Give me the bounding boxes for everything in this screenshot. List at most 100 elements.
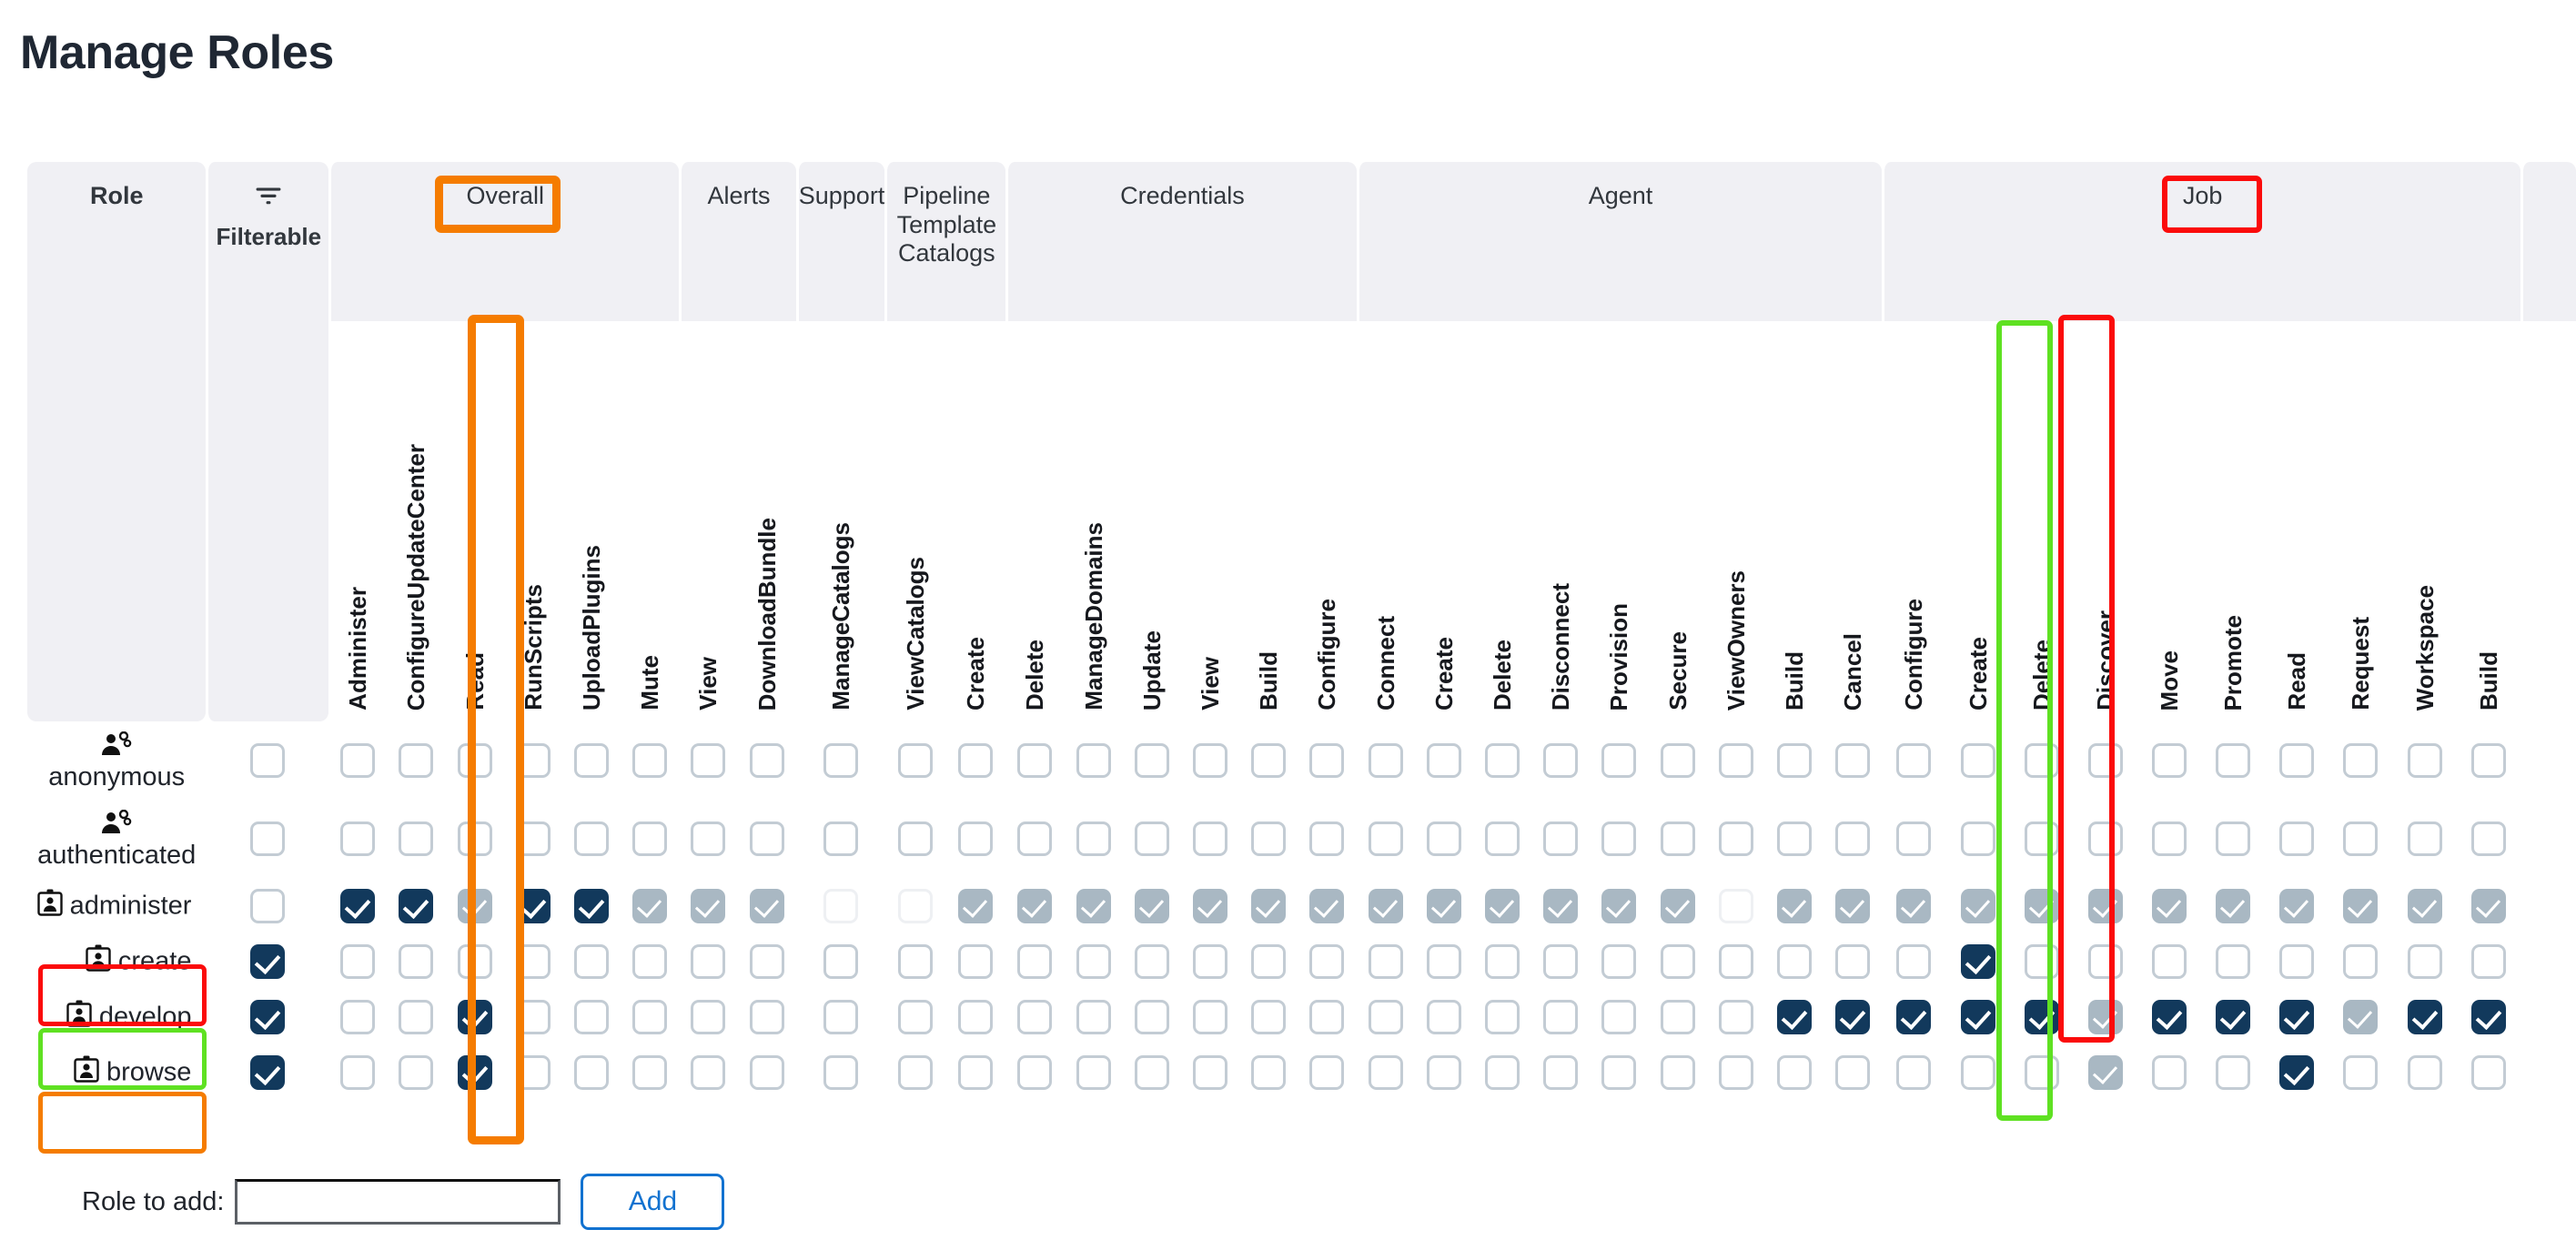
permission-header-cell[interactable]: Build (1765, 321, 1824, 721)
permission-checkbox-cell[interactable] (1239, 721, 1298, 800)
permission-checkbox[interactable] (897, 822, 933, 856)
permission-checkbox[interactable] (1076, 999, 1111, 1034)
permission-header-cell[interactable]: Delete (1472, 321, 1532, 721)
permission-checkbox[interactable] (1251, 1054, 1287, 1090)
permission-checkbox[interactable] (1017, 943, 1053, 979)
permission-checkbox-cell[interactable] (1590, 1044, 1649, 1100)
permission-checkbox-cell[interactable] (387, 933, 446, 989)
permission-checkbox-cell[interactable] (328, 800, 388, 878)
permission-checkbox-cell[interactable] (1239, 1044, 1298, 1100)
permission-checkbox[interactable] (1076, 743, 1111, 778)
permission-checkbox-cell[interactable] (795, 800, 885, 878)
permission-header-cell[interactable]: UploadPlugins (561, 321, 621, 721)
permission-checkbox[interactable] (1426, 888, 1461, 923)
permission-checkbox[interactable] (1543, 943, 1579, 979)
permission-checkbox[interactable] (632, 822, 668, 856)
permission-header-cell[interactable]: ViewCatalogs (884, 321, 945, 721)
permission-checkbox-cell[interactable] (621, 800, 680, 878)
permission-checkbox-cell[interactable] (1945, 989, 2010, 1044)
permission-checkbox[interactable] (1368, 943, 1403, 979)
permission-checkbox[interactable] (574, 1054, 610, 1090)
permission-checkbox-cell[interactable] (1298, 1044, 1357, 1100)
permission-checkbox-cell[interactable] (945, 878, 1006, 933)
permission-checkbox-cell[interactable] (1356, 721, 1415, 800)
permission-checkbox[interactable] (1485, 822, 1520, 856)
permission-header-cell[interactable]: View (1180, 321, 1240, 721)
permission-header-cell[interactable]: Read (2265, 321, 2329, 721)
permission-header-cell[interactable]: RunScripts (503, 321, 562, 721)
permission-checkbox-cell[interactable] (737, 800, 796, 878)
permission-checkbox[interactable] (1660, 1054, 1695, 1090)
permission-checkbox[interactable] (958, 999, 994, 1034)
permission-checkbox[interactable] (1076, 888, 1111, 923)
permission-checkbox-cell[interactable] (2073, 1044, 2137, 1100)
permission-checkbox-cell[interactable] (2073, 933, 2137, 989)
permission-checkbox[interactable] (515, 888, 551, 923)
role-name-cell[interactable]: develop (27, 989, 207, 1044)
permission-checkbox-cell[interactable] (1298, 933, 1357, 989)
permission-checkbox-cell[interactable] (1239, 878, 1298, 933)
permission-checkbox-cell[interactable] (2137, 800, 2202, 878)
permission-checkbox-cell[interactable] (1765, 989, 1824, 1044)
permission-checkbox-cell[interactable] (621, 878, 680, 933)
permission-header-cell[interactable]: Read (445, 321, 504, 721)
permission-checkbox-cell[interactable] (1122, 989, 1181, 1044)
permission-checkbox[interactable] (823, 888, 858, 923)
permission-checkbox[interactable] (2343, 943, 2379, 979)
permission-checkbox[interactable] (1309, 888, 1345, 923)
filterable-checkbox-cell[interactable] (206, 1044, 329, 1100)
permission-checkbox-cell[interactable] (795, 1044, 885, 1100)
permission-checkbox[interactable] (2407, 943, 2442, 979)
permission-checkbox-cell[interactable] (945, 933, 1006, 989)
permission-checkbox[interactable] (2407, 1054, 2442, 1090)
permission-checkbox[interactable] (632, 999, 668, 1034)
role-name-cell[interactable]: create (27, 933, 207, 989)
permission-checkbox-cell[interactable] (945, 721, 1006, 800)
permission-checkbox[interactable] (1017, 1054, 1053, 1090)
permission-checkbox[interactable] (691, 1054, 726, 1090)
permission-header-cell[interactable]: Delete (2009, 321, 2074, 721)
permission-checkbox[interactable] (1193, 999, 1228, 1034)
permission-checkbox[interactable] (2343, 822, 2379, 856)
permission-checkbox-cell[interactable] (1180, 878, 1240, 933)
permission-checkbox-cell[interactable] (737, 933, 796, 989)
permission-checkbox-cell[interactable] (445, 878, 504, 933)
permission-checkbox-cell[interactable] (1823, 800, 1883, 878)
permission-checkbox-cell[interactable] (328, 933, 388, 989)
permission-checkbox-cell[interactable] (387, 878, 446, 933)
permission-checkbox[interactable] (574, 822, 610, 856)
permission-checkbox-cell[interactable] (1648, 1044, 1707, 1100)
permission-checkbox-cell[interactable] (1180, 800, 1240, 878)
permission-checkbox-cell[interactable] (1590, 878, 1649, 933)
permission-checkbox[interactable] (2087, 743, 2123, 778)
permission-checkbox[interactable] (1485, 888, 1520, 923)
permission-checkbox-cell[interactable] (1239, 800, 1298, 878)
permission-checkbox[interactable] (823, 743, 858, 778)
permission-checkbox-cell[interactable] (884, 721, 945, 800)
role-name-cell[interactable]: browse (27, 1044, 207, 1100)
permission-checkbox-cell[interactable] (1064, 721, 1123, 800)
permission-checkbox[interactable] (1251, 743, 1287, 778)
permission-checkbox-cell[interactable] (1122, 1044, 1181, 1100)
permission-checkbox-cell[interactable] (2009, 1044, 2074, 1100)
permission-checkbox[interactable] (1485, 743, 1520, 778)
permission-checkbox[interactable] (2279, 1054, 2315, 1090)
permission-checkbox[interactable] (749, 822, 784, 856)
permission-header-cell[interactable]: Request (2329, 321, 2393, 721)
permission-checkbox-cell[interactable] (737, 1044, 796, 1100)
permission-checkbox-cell[interactable] (1823, 878, 1883, 933)
permission-checkbox[interactable] (1193, 822, 1228, 856)
permission-checkbox[interactable] (691, 743, 726, 778)
permission-checkbox[interactable] (1309, 822, 1345, 856)
permission-checkbox[interactable] (1251, 822, 1287, 856)
permission-checkbox[interactable] (749, 1054, 784, 1090)
permission-checkbox[interactable] (1368, 1054, 1403, 1090)
permission-checkbox-cell[interactable] (561, 933, 621, 989)
permission-checkbox-cell[interactable] (2009, 989, 2074, 1044)
permission-checkbox[interactable] (2087, 943, 2123, 979)
permission-checkbox-cell[interactable] (328, 989, 388, 1044)
permission-checkbox-cell[interactable] (1882, 1044, 1946, 1100)
permission-checkbox-cell[interactable] (1823, 721, 1883, 800)
permission-checkbox-cell[interactable] (2201, 721, 2266, 800)
permission-checkbox[interactable] (1601, 1054, 1637, 1090)
